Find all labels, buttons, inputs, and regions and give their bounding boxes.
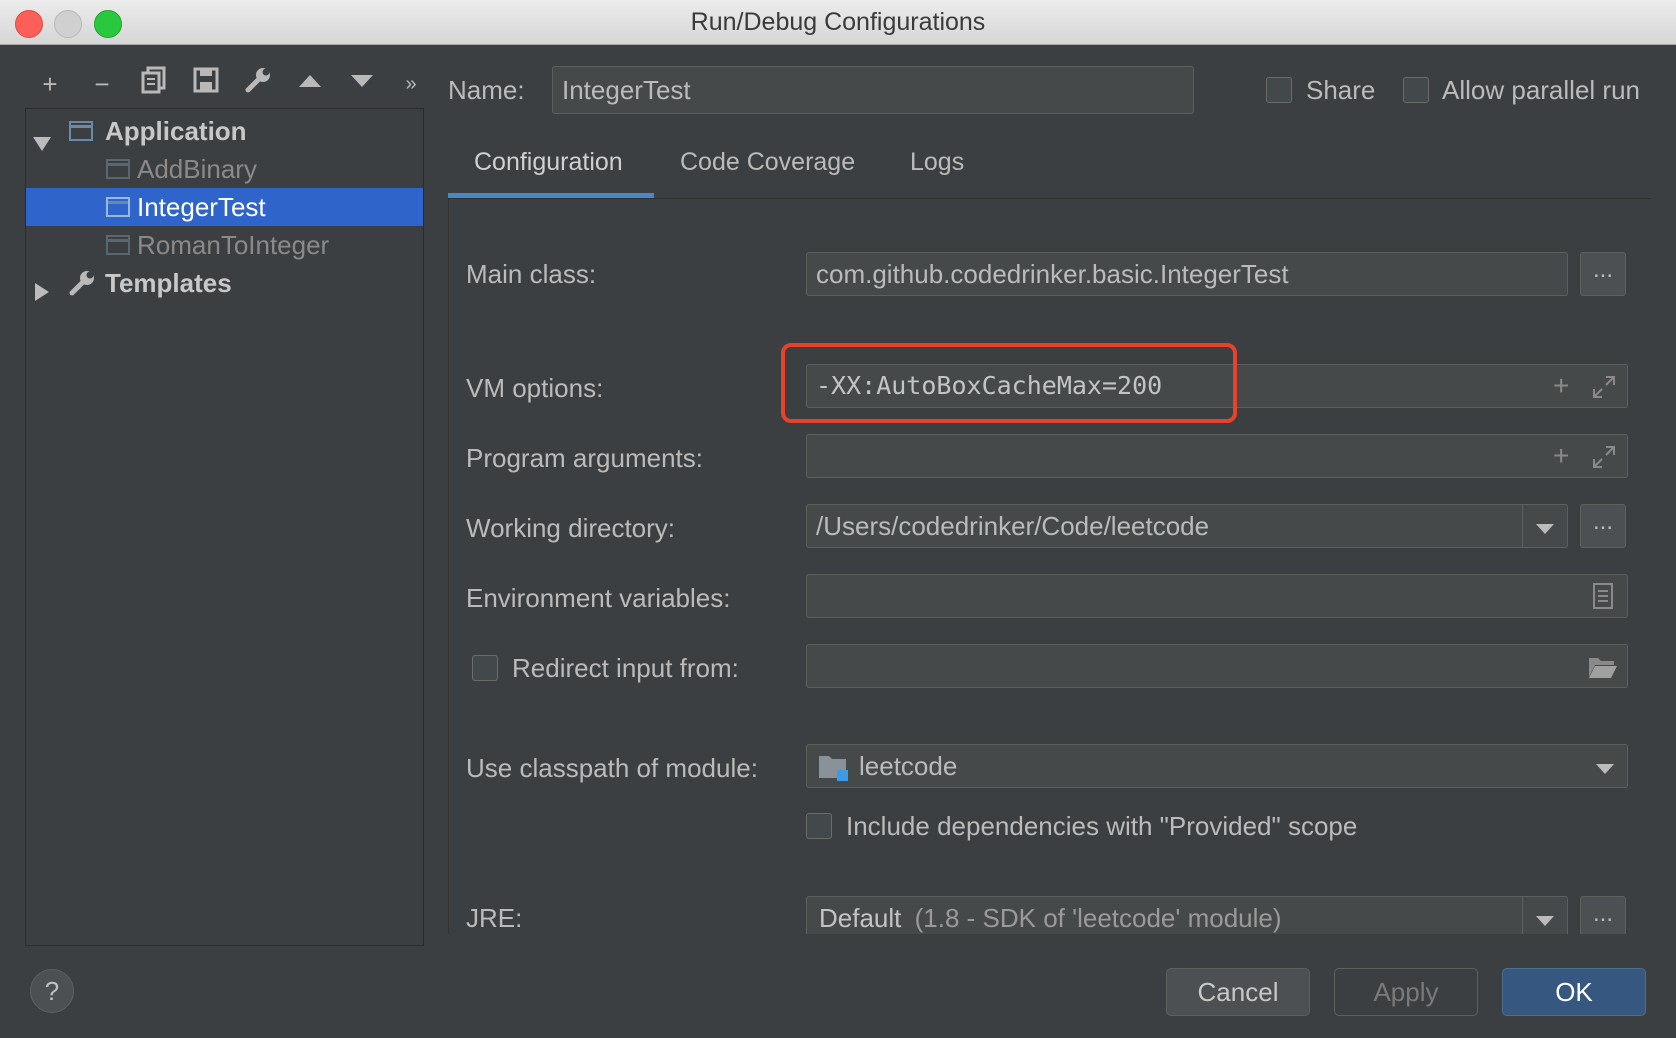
working-directory-browse-button[interactable]: ...	[1580, 504, 1626, 548]
help-button[interactable]: ?	[30, 969, 74, 1013]
cancel-button[interactable]: Cancel	[1166, 968, 1310, 1016]
document-icon[interactable]	[1592, 583, 1614, 614]
jre-label: JRE:	[466, 903, 523, 933]
tree-item-label: AddBinary	[137, 154, 257, 184]
plus-icon[interactable]: +	[1553, 442, 1569, 470]
tab-configuration[interactable]: Configuration	[474, 140, 623, 184]
move-up-icon[interactable]	[292, 66, 328, 102]
add-configuration-icon[interactable]: +	[32, 66, 68, 102]
copy-configuration-icon[interactable]	[136, 66, 172, 102]
tab-code-coverage[interactable]: Code Coverage	[680, 140, 855, 184]
classpath-module-label: Use classpath of module:	[466, 753, 758, 783]
jre-default-text: Default	[819, 903, 902, 933]
save-configuration-icon[interactable]	[188, 66, 224, 102]
working-directory-field[interactable]: /Users/codedrinker/Code/leetcode	[806, 504, 1568, 548]
main-class-label: Main class:	[466, 259, 597, 289]
classpath-module-select[interactable]: leetcode	[806, 744, 1628, 788]
application-config-icon	[69, 121, 93, 141]
move-down-icon[interactable]	[344, 66, 380, 102]
allow-parallel-run-checkbox[interactable]	[1403, 77, 1429, 103]
plus-icon[interactable]: +	[1553, 372, 1569, 400]
jre-row: JRE: Default (1.8 - SDK of 'leetcode' mo…	[449, 880, 1651, 934]
tree-node-application[interactable]: Application	[26, 112, 423, 151]
dropdown-separator	[1522, 896, 1523, 934]
redirect-input-checkbox[interactable]	[472, 655, 498, 681]
tab-logs[interactable]: Logs	[910, 140, 964, 184]
tree-node-label: Application	[105, 116, 247, 146]
jre-browse-button[interactable]: ...	[1580, 896, 1626, 934]
title-bar: Run/Debug Configurations	[0, 0, 1676, 45]
share-label: Share	[1306, 75, 1376, 105]
tree-node-label: Templates	[105, 268, 232, 298]
wrench-icon[interactable]	[240, 66, 276, 102]
dropdown-separator	[1522, 504, 1523, 548]
environment-variables-label: Environment variables:	[466, 583, 731, 613]
tree-item-label: RomanToInteger	[137, 230, 330, 260]
application-config-icon	[106, 197, 130, 217]
more-actions-icon[interactable]: »	[393, 66, 429, 102]
environment-variables-field[interactable]	[806, 574, 1628, 618]
jre-select[interactable]: Default (1.8 - SDK of 'leetcode' module)	[806, 896, 1568, 934]
program-arguments-label: Program arguments:	[466, 443, 703, 473]
chevron-right-icon[interactable]	[34, 274, 50, 312]
include-dependencies-checkbox[interactable]	[806, 813, 832, 839]
main-class-browse-button[interactable]: ...	[1580, 252, 1626, 296]
vm-options-label: VM options:	[466, 373, 604, 403]
tree-node-templates[interactable]: Templates	[26, 264, 423, 302]
application-config-icon	[106, 235, 130, 255]
wrench-icon	[68, 269, 96, 307]
tree-item-label: IntegerTest	[137, 192, 266, 222]
share-checkbox[interactable]	[1266, 77, 1292, 103]
chevron-down-icon[interactable]	[1536, 524, 1554, 534]
redirect-input-field[interactable]	[806, 644, 1628, 688]
application-config-icon	[106, 159, 130, 179]
module-folder-icon	[818, 754, 850, 787]
configuration-tree: Application AddBinary IntegerTest RomanT…	[25, 108, 424, 946]
main-class-field[interactable]: com.github.codedrinker.basic.IntegerTest	[806, 252, 1568, 296]
remove-configuration-icon[interactable]: −	[84, 66, 120, 102]
highlight-box	[781, 343, 1237, 423]
working-directory-label: Working directory:	[466, 513, 676, 543]
ok-button[interactable]: OK	[1502, 968, 1646, 1016]
chevron-down-icon[interactable]	[1596, 764, 1614, 774]
tree-item-addbinary[interactable]: AddBinary	[26, 150, 423, 188]
chevron-down-icon[interactable]	[1536, 916, 1554, 926]
tree-item-romantointeger[interactable]: RomanToInteger	[26, 226, 423, 264]
apply-button[interactable]: Apply	[1334, 968, 1478, 1016]
folder-open-icon[interactable]	[1588, 655, 1618, 684]
redirect-input-label: Redirect input from:	[512, 653, 739, 683]
window-title: Run/Debug Configurations	[690, 8, 986, 36]
expand-icon[interactable]	[1592, 445, 1616, 474]
expand-icon[interactable]	[1592, 375, 1616, 404]
allow-parallel-run-label: Allow parallel run	[1442, 75, 1640, 105]
name-field[interactable]: IntegerTest	[552, 66, 1194, 114]
tree-item-integertest[interactable]: IntegerTest	[26, 188, 423, 226]
include-dependencies-label: Include dependencies with "Provided" sco…	[846, 811, 1358, 841]
name-label: Name:	[448, 75, 525, 105]
jre-detail-text: (1.8 - SDK of 'leetcode' module)	[914, 903, 1282, 933]
program-arguments-field[interactable]	[806, 434, 1628, 478]
active-tab-indicator	[448, 193, 654, 198]
